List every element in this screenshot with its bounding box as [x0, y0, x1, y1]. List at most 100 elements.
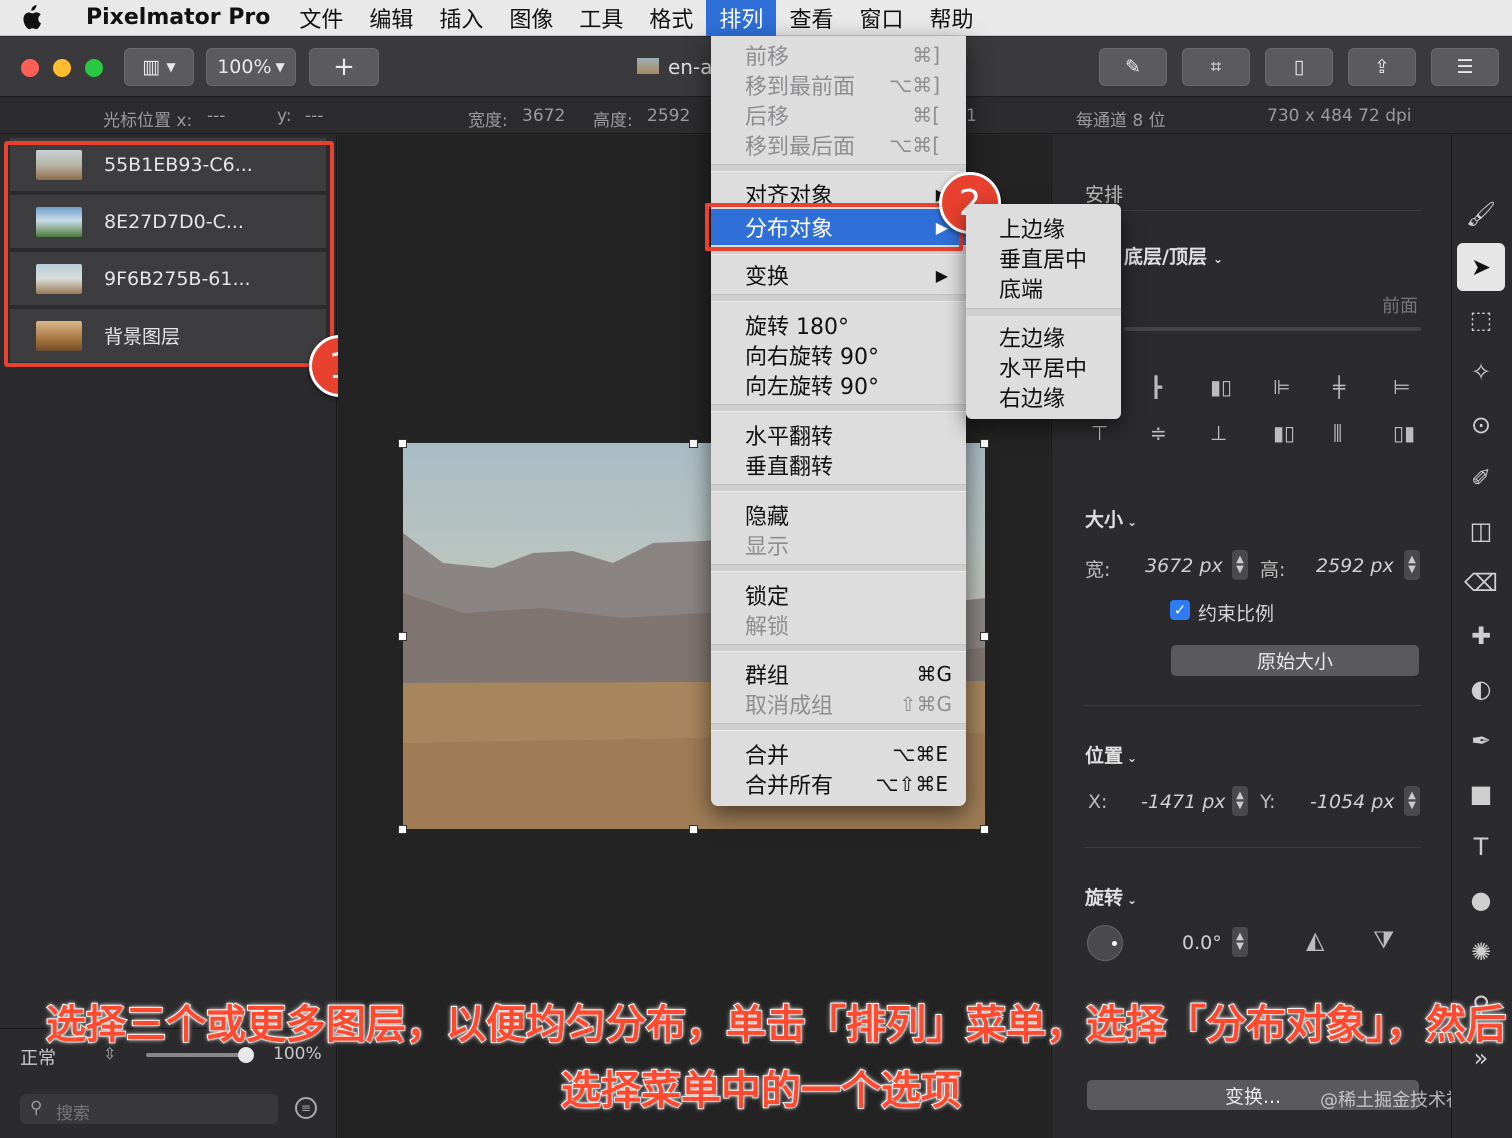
zoom-window-button[interactable] — [85, 59, 103, 77]
submenu-item-top-edges[interactable]: 上边缘 — [999, 212, 1065, 244]
pen-icon[interactable]: ✒ — [1457, 717, 1505, 765]
menu-item-bring-forward[interactable]: 前移 ⌘] — [711, 40, 966, 70]
magic-wand-icon[interactable]: ✧ — [1457, 348, 1505, 396]
zoom-dropdown[interactable]: 100% ▼ — [206, 48, 296, 86]
y-stepper[interactable]: ▲ ▼ — [1404, 786, 1420, 816]
constrain-checkbox[interactable]: ✓ — [1170, 600, 1190, 620]
align-icon[interactable]: ┣ — [1150, 375, 1162, 399]
resize-handle[interactable] — [398, 439, 407, 448]
menu-item-unlock[interactable]: 解锁 — [711, 610, 966, 640]
resize-handle[interactable] — [980, 439, 989, 448]
x-stepper[interactable]: ▲ ▼ — [1232, 786, 1248, 816]
align-top-icon[interactable]: ⊤ — [1091, 421, 1108, 445]
align-left-icon[interactable]: ⊫ — [1273, 375, 1290, 399]
align-middle-icon[interactable]: ≑ — [1150, 421, 1167, 445]
menu-item-group[interactable]: 群组 ⌘G — [711, 659, 966, 689]
menu-item-flip-vertical[interactable]: 垂直翻转 — [711, 450, 966, 480]
menu-item-merge[interactable]: 合并 ⌥⌘E — [711, 739, 966, 769]
distort-icon[interactable]: ◐ — [1457, 665, 1505, 713]
align-bottom-icon[interactable]: ⊥ — [1210, 421, 1227, 445]
effects-icon[interactable]: ✺ — [1457, 928, 1505, 976]
brush-button[interactable]: ✎ — [1099, 48, 1167, 86]
menu-item-merge-all[interactable]: 合并所有 ⌥⇧⌘E — [711, 769, 966, 799]
distribute-icon[interactable]: ▯▮ — [1393, 421, 1415, 445]
submenu-item-vertical-centers[interactable]: 垂直居中 — [999, 242, 1087, 274]
close-window-button[interactable] — [21, 59, 39, 77]
menu-item-rotate-right[interactable]: 向右旋转 90° — [711, 340, 966, 370]
menu-item-ungroup[interactable]: 取消成组 ⇧⌘G — [711, 689, 966, 719]
sidebar-toggle-button[interactable]: ▥ ▼ — [124, 48, 194, 86]
resize-handle[interactable] — [398, 825, 407, 834]
color-adjust-icon[interactable]: ● — [1457, 876, 1505, 924]
original-size-button[interactable]: 原始大小 — [1171, 645, 1419, 676]
crop-button[interactable]: ⌗ — [1182, 48, 1250, 86]
height-stepper[interactable]: ▲ ▼ — [1404, 550, 1420, 580]
flip-horizontal-icon[interactable]: ◭ — [1306, 926, 1324, 954]
paint-bucket-icon[interactable]: ◫ — [1457, 507, 1505, 555]
rotation-section-title[interactable]: 旋转 ⌄ — [1085, 883, 1137, 910]
y-position-field[interactable]: -1054 px — [1310, 791, 1395, 813]
eraser-icon[interactable]: ⌫ — [1457, 559, 1505, 607]
layer-order-slider[interactable] — [1124, 327, 1421, 331]
resize-handle[interactable] — [398, 632, 407, 641]
menu-help[interactable]: 帮助 — [916, 0, 986, 36]
rotation-dial[interactable] — [1087, 925, 1123, 961]
filter-icon[interactable]: ≡ — [295, 1097, 317, 1119]
rotation-field[interactable]: 0.0° — [1182, 932, 1222, 954]
submenu-item-right-edges[interactable]: 右边缘 — [999, 381, 1065, 413]
menu-window[interactable]: 窗口 — [846, 0, 916, 36]
select-tool-icon[interactable]: ⬚ — [1457, 296, 1505, 344]
menu-arrange[interactable]: 排列 — [706, 0, 777, 36]
share-button[interactable]: ⇪ — [1348, 48, 1416, 86]
position-section-title[interactable]: 位置 ⌄ — [1085, 741, 1137, 768]
quick-select-icon[interactable]: ⊙ — [1457, 401, 1505, 449]
align-icon[interactable]: ▮▯ — [1210, 375, 1232, 399]
menu-item-rotate-180[interactable]: 旋转 180° — [711, 310, 966, 340]
arrange-order-dropdown[interactable]: 底层/顶层 ⌄ — [1124, 242, 1223, 269]
text-tool-icon[interactable]: T — [1457, 823, 1505, 871]
menu-file[interactable]: 文件 — [286, 0, 356, 36]
submenu-item-horizontal-centers[interactable]: 水平居中 — [999, 351, 1087, 383]
document-button[interactable]: ▯ — [1265, 48, 1333, 86]
width-field[interactable]: 3672 px — [1145, 555, 1223, 577]
menu-view[interactable]: 查看 — [776, 0, 846, 36]
size-section-title[interactable]: 大小 ⌄ — [1085, 505, 1137, 532]
add-button[interactable]: + — [309, 48, 379, 86]
distribute-icon[interactable]: ⫼ — [1333, 421, 1342, 445]
align-right-icon[interactable]: ⊨ — [1393, 375, 1410, 399]
menu-item-hide[interactable]: 隐藏 — [711, 500, 966, 530]
menu-item-send-to-back[interactable]: 移到最后面 ⌥⌘[ — [711, 130, 966, 160]
rectangle-icon[interactable]: ■ — [1457, 770, 1505, 818]
resize-handle[interactable] — [980, 825, 989, 834]
menu-item-show[interactable]: 显示 — [711, 530, 966, 560]
menu-item-bring-to-front[interactable]: 移到最前面 ⌥⌘] — [711, 70, 966, 100]
menu-app-name[interactable]: Pixelmator Pro — [62, 0, 286, 36]
menu-image[interactable]: 图像 — [496, 0, 566, 36]
apple-icon[interactable] — [0, 0, 62, 36]
layer-search-input[interactable]: ⚲ 搜索 — [20, 1094, 278, 1124]
resize-handle[interactable] — [980, 632, 989, 641]
menu-item-transform[interactable]: 变换 ▶ — [711, 260, 966, 290]
menu-item-rotate-left[interactable]: 向左旋转 90° — [711, 370, 966, 400]
minimize-window-button[interactable] — [53, 59, 71, 77]
adjustments-button[interactable]: ☰ — [1431, 48, 1499, 86]
distribute-icon[interactable]: ▮▯ — [1273, 421, 1295, 445]
submenu-item-left-edges[interactable]: 左边缘 — [999, 321, 1065, 353]
style-tool-icon[interactable]: 🖌 — [1457, 190, 1505, 238]
resize-handle[interactable] — [689, 825, 698, 834]
menu-item-flip-horizontal[interactable]: 水平翻转 — [711, 420, 966, 450]
resize-handle[interactable] — [689, 439, 698, 448]
retouch-icon[interactable]: ✚ — [1457, 612, 1505, 660]
opacity-slider-track[interactable] — [146, 1053, 246, 1057]
arrange-tool-icon[interactable]: ➤ — [1457, 243, 1505, 291]
menu-format[interactable]: 格式 — [636, 0, 706, 36]
x-position-field[interactable]: -1471 px — [1141, 791, 1226, 813]
paint-brush-icon[interactable]: ✐ — [1457, 454, 1505, 502]
rotation-stepper[interactable]: ▲ ▼ — [1232, 927, 1248, 957]
menu-insert[interactable]: 插入 — [426, 0, 496, 36]
menu-edit[interactable]: 编辑 — [356, 0, 426, 36]
submenu-item-bottom-edges[interactable]: 底端 — [999, 272, 1043, 304]
menu-tools[interactable]: 工具 — [566, 0, 636, 36]
flip-vertical-icon[interactable]: ⧩ — [1373, 926, 1394, 954]
height-field[interactable]: 2592 px — [1316, 555, 1394, 577]
